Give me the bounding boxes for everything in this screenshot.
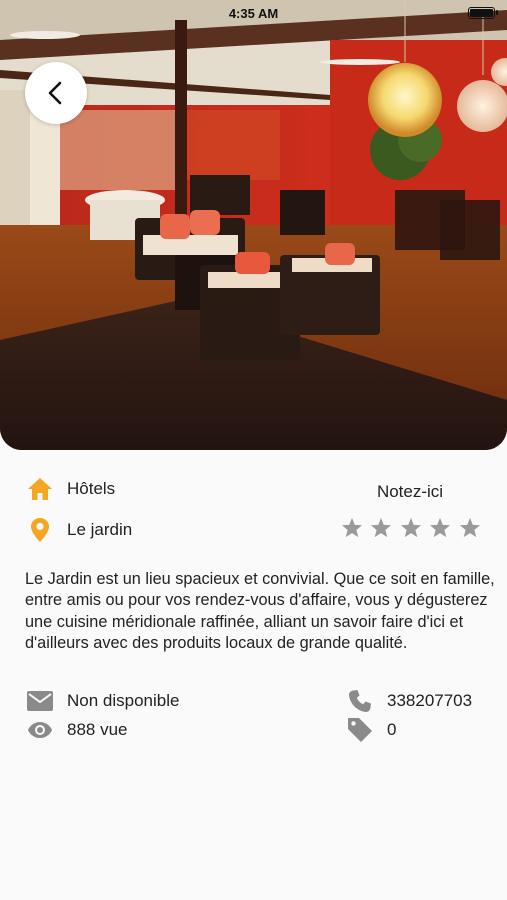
star-icon[interactable] <box>426 514 456 540</box>
star-rating[interactable] <box>337 514 485 540</box>
location-row: Le jardin <box>27 517 132 543</box>
status-time: 4:35 AM <box>228 6 279 21</box>
rating-title: Notez-ici <box>376 482 444 501</box>
location-label: Le jardin <box>67 520 133 539</box>
views-value: 888 vue <box>67 720 128 739</box>
phone-value[interactable]: 338207703 <box>387 691 472 711</box>
star-icon[interactable] <box>396 514 426 540</box>
category-label: Hôtels <box>67 479 116 498</box>
home-icon <box>27 476 53 502</box>
restaurant-photo <box>0 0 507 450</box>
eye-icon <box>27 717 53 743</box>
email-row: Non disponible <box>27 688 179 714</box>
star-icon[interactable] <box>337 514 367 540</box>
battery-tip <box>496 10 498 15</box>
phone-row[interactable]: 338207703 <box>347 688 472 714</box>
status-bar: 4:35 AM <box>0 0 507 28</box>
chevron-left-icon <box>48 81 62 105</box>
mail-icon <box>27 688 53 714</box>
hero-photo <box>0 0 507 450</box>
battery-icon <box>468 7 495 19</box>
star-icon[interactable] <box>455 514 485 540</box>
place-description: Le Jardin est un lieu spacieux et conviv… <box>25 570 495 652</box>
tags-value: 0 <box>387 720 397 739</box>
back-button[interactable] <box>25 62 87 124</box>
views-row: 888 vue <box>27 717 128 743</box>
map-pin-icon <box>27 517 53 543</box>
category-row: Hôtels <box>27 476 115 502</box>
star-icon[interactable] <box>367 514 397 540</box>
email-value: Non disponible <box>67 691 180 710</box>
tag-icon <box>347 717 373 743</box>
phone-icon[interactable] <box>347 688 373 714</box>
tags-row: 0 <box>347 717 396 743</box>
